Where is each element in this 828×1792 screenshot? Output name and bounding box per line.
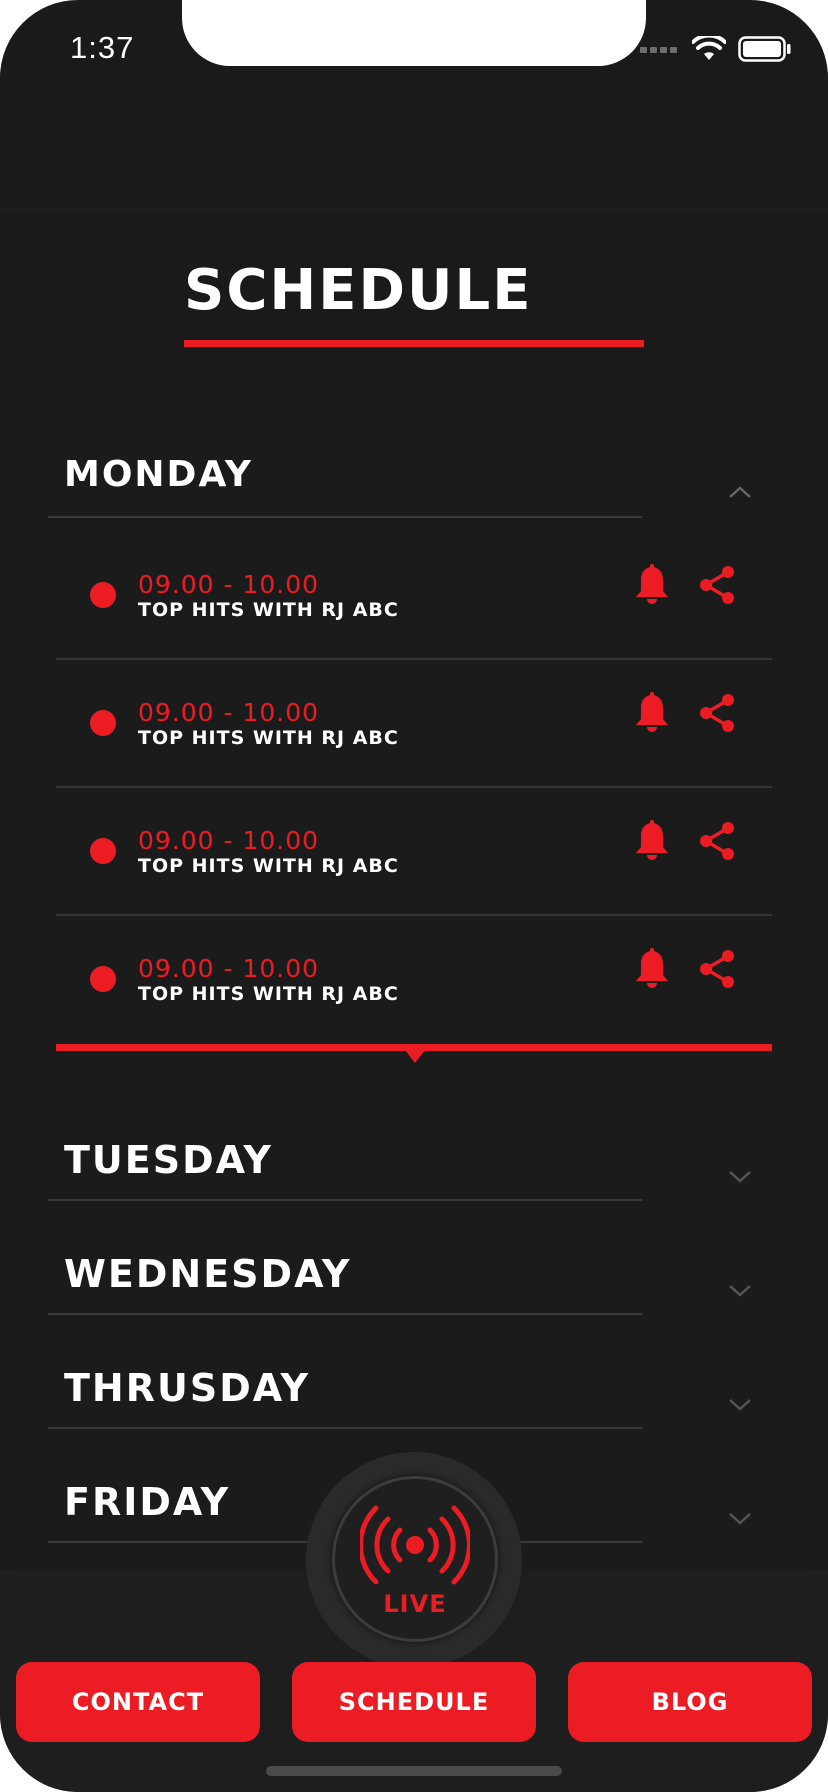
list-item[interactable]: 09.00 - 10.00 TOP HITS WITH RJ ABC <box>56 532 772 660</box>
day-divider <box>48 1199 642 1201</box>
day-header-friday[interactable]: FRIDAY <box>64 1480 230 1524</box>
list-item[interactable]: 09.00 - 10.00 TOP HITS WITH RJ ABC <box>56 660 772 788</box>
day-divider <box>48 516 642 518</box>
item-show: TOP HITS WITH RJ ABC <box>138 599 399 621</box>
chevron-down-icon[interactable] <box>728 1392 752 1416</box>
expanded-section-pointer <box>405 1050 425 1063</box>
page-title: SCHEDULE <box>184 258 533 323</box>
bell-icon[interactable] <box>634 948 670 990</box>
home-indicator[interactable] <box>266 1766 562 1776</box>
item-time: 09.00 - 10.00 <box>138 954 320 983</box>
blog-button[interactable]: BLOG <box>568 1662 812 1742</box>
item-show: TOP HITS WITH RJ ABC <box>138 855 399 877</box>
schedule-button[interactable]: SCHEDULE <box>292 1662 536 1742</box>
battery-icon <box>738 36 791 62</box>
chevron-down-icon[interactable] <box>728 1506 752 1530</box>
title-underline <box>184 340 644 347</box>
device-notch <box>182 0 646 66</box>
day-header-monday[interactable]: MONDAY <box>64 454 253 495</box>
day-divider <box>48 1313 642 1315</box>
day-header-thursday[interactable]: THRUSDAY <box>64 1366 310 1410</box>
share-icon[interactable] <box>698 692 738 734</box>
item-time: 09.00 - 10.00 <box>138 698 320 727</box>
contact-button[interactable]: CONTACT <box>16 1662 260 1742</box>
chevron-down-icon[interactable] <box>728 1278 752 1302</box>
live-dot <box>90 838 116 864</box>
day-divider <box>48 1427 642 1429</box>
live-dot <box>90 582 116 608</box>
chevron-up-icon[interactable] <box>728 480 752 504</box>
live-label: LIVE <box>383 1590 447 1618</box>
live-dot <box>90 710 116 736</box>
signal-icon <box>640 47 677 53</box>
live-dot <box>90 966 116 992</box>
item-time: 09.00 - 10.00 <box>138 570 320 599</box>
header-band <box>0 72 828 210</box>
day-header-tuesday[interactable]: TUESDAY <box>64 1138 273 1182</box>
item-time: 09.00 - 10.00 <box>138 826 320 855</box>
list-item[interactable]: 09.00 - 10.00 TOP HITS WITH RJ ABC <box>56 788 772 916</box>
share-icon[interactable] <box>698 820 738 862</box>
bell-icon[interactable] <box>634 820 670 862</box>
wifi-icon <box>692 36 726 60</box>
item-show: TOP HITS WITH RJ ABC <box>138 983 399 1005</box>
status-icons <box>640 36 792 62</box>
chevron-down-icon[interactable] <box>728 1164 752 1188</box>
bell-icon[interactable] <box>634 564 670 606</box>
status-time: 1:37 <box>70 30 135 65</box>
share-icon[interactable] <box>698 564 738 606</box>
list-item[interactable]: 09.00 - 10.00 TOP HITS WITH RJ ABC <box>56 916 772 1044</box>
broadcast-icon <box>360 1505 470 1585</box>
share-icon[interactable] <box>698 948 738 990</box>
app-screen: 1:37 SCHEDULE MONDAY 09.00 - 10.00 TOP H… <box>0 0 828 1792</box>
bell-icon[interactable] <box>634 692 670 734</box>
day-header-wednesday[interactable]: WEDNESDAY <box>64 1252 351 1296</box>
item-show: TOP HITS WITH RJ ABC <box>138 727 399 749</box>
